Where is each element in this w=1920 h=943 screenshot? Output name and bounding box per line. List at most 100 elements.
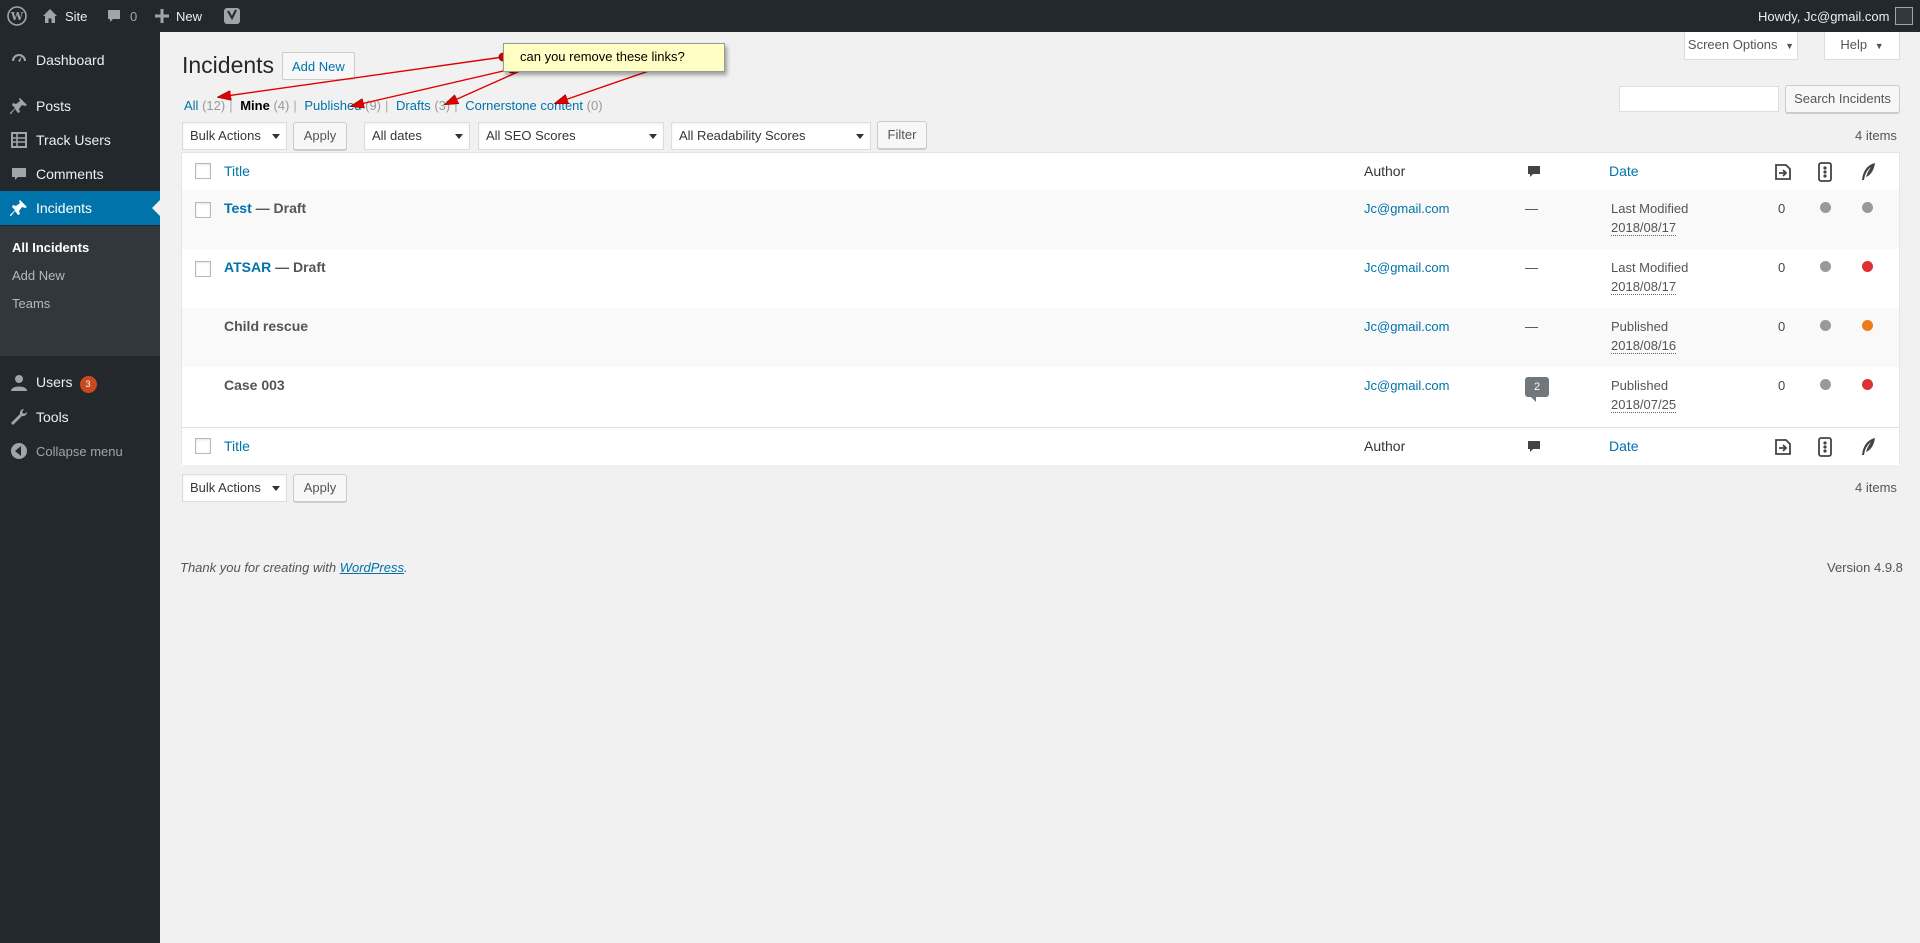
- wordpress-link[interactable]: WordPress: [340, 560, 404, 575]
- caret-down-icon: ▼: [1785, 41, 1795, 51]
- select-all-checkbox-bottom[interactable]: [195, 438, 211, 454]
- new-content-link[interactable]: New: [155, 0, 202, 32]
- menu-label: Dashboard: [36, 52, 105, 68]
- page-title: Incidents: [182, 52, 275, 78]
- pin-icon: [10, 200, 27, 216]
- items-count-bottom: 4 items: [1855, 480, 1897, 495]
- footer-thanks: Thank you for creating with WordPress.: [180, 560, 408, 575]
- comments-link[interactable]: 0: [106, 0, 137, 32]
- menu-tools[interactable]: Tools: [0, 400, 160, 434]
- column-date-sort[interactable]: Date: [1609, 163, 1639, 179]
- view-drafts-link[interactable]: Drafts (3): [396, 98, 450, 113]
- outgoing-links-column-icon: [1775, 164, 1791, 180]
- howdy-account[interactable]: Howdy, Jc@gmail.com: [1758, 0, 1914, 32]
- comments-column-icon: [1528, 441, 1540, 452]
- dates-filter-select[interactable]: All dates: [364, 122, 470, 150]
- seo-scores-select[interactable]: All SEO Scores: [478, 122, 664, 150]
- row-readability-score-dot: [1862, 379, 1873, 390]
- comment-icon: [108, 10, 120, 22]
- annotation-callout: can you remove these links?: [503, 43, 725, 72]
- incidents-table: Title Author Date Test — Draft Jc@gmail.c…: [181, 152, 1900, 465]
- menu-collapse[interactable]: Collapse menu: [0, 434, 160, 468]
- row-title-link: Child rescue: [224, 318, 309, 334]
- row-author-link[interactable]: Jc@gmail.com: [1364, 378, 1449, 393]
- menu-comments[interactable]: Comments: [0, 157, 160, 191]
- row-readability-score-dot: [1862, 320, 1873, 331]
- readability-column-icon: [1862, 438, 1875, 455]
- seo-score-column-icon: [1818, 162, 1832, 182]
- search-input[interactable]: [1619, 86, 1779, 112]
- row-title-cell: Case 003: [224, 377, 285, 393]
- screen-options-button[interactable]: Screen Options ▼: [1684, 32, 1798, 60]
- apply-button-bottom[interactable]: Apply: [293, 474, 347, 502]
- incidents-submenu: All Incidents Add New Teams: [0, 226, 160, 356]
- select-all-checkbox[interactable]: [195, 163, 211, 179]
- menu-incidents[interactable]: Incidents: [0, 191, 160, 225]
- row-title-cell: Child rescue: [224, 318, 308, 334]
- row-checkbox[interactable]: [195, 202, 211, 218]
- annotation-arrows: [0, 52, 671, 943]
- plus-icon: [155, 9, 169, 23]
- row-title-link[interactable]: Test: [224, 200, 252, 216]
- menu-dashboard[interactable]: Dashboard: [0, 43, 160, 77]
- bulk-actions-select-top[interactable]: Bulk Actions: [182, 122, 287, 150]
- footer-version: Version 4.9.8: [1827, 560, 1903, 575]
- readability-scores-select[interactable]: All Readability Scores: [671, 122, 871, 150]
- filter-button[interactable]: Filter: [877, 121, 927, 149]
- row-comment-count-bubble[interactable]: 2: [1525, 377, 1549, 402]
- row-title-link[interactable]: ATSAR: [224, 259, 271, 275]
- menu-label: Comments: [36, 166, 104, 182]
- menu-users[interactable]: Users 3: [0, 366, 160, 400]
- menu-track-users[interactable]: Track Users: [0, 123, 160, 157]
- admin-bar: W Site 0 New Howdy, Jc@gmail.com: [0, 0, 1920, 32]
- row-checkbox[interactable]: [195, 261, 211, 277]
- row-date-value: 2018/08/16: [1611, 338, 1677, 354]
- site-label: Site: [65, 8, 88, 24]
- row-date-label: Published: [1611, 319, 1669, 334]
- column-title-sort[interactable]: Title: [224, 163, 250, 179]
- help-button[interactable]: Help ▼: [1824, 32, 1900, 60]
- row-readability-score-dot: [1862, 202, 1873, 213]
- view-all-link[interactable]: All (12): [184, 98, 225, 113]
- wrench-icon: [11, 408, 28, 425]
- yoast-icon[interactable]: [223, 0, 241, 32]
- column-title-sort-bottom[interactable]: Title: [224, 438, 250, 454]
- row-outgoing-links-count: 0: [1778, 201, 1786, 216]
- submenu-teams[interactable]: Teams: [12, 296, 50, 311]
- submenu-add-new[interactable]: Add New: [12, 268, 65, 283]
- view-mine-link[interactable]: Mine (4): [240, 98, 289, 113]
- column-date-sort-bottom[interactable]: Date: [1609, 438, 1639, 454]
- table-row: ATSAR — Draft Jc@gmail.com — Last Modified 2…: [182, 249, 1899, 308]
- site-link[interactable]: Site: [42, 0, 87, 32]
- view-cornerstone-link[interactable]: Cornerstone content (0): [465, 98, 602, 113]
- row-seo-score-dot: [1820, 379, 1831, 390]
- view-published-link[interactable]: Published (9): [304, 98, 381, 113]
- wordpress-logo-icon[interactable]: W: [7, 0, 27, 32]
- bulk-actions-select-bottom[interactable]: Bulk Actions: [182, 474, 287, 502]
- dashboard-icon: [12, 54, 26, 62]
- row-outgoing-links-count: 0: [1778, 378, 1786, 393]
- svg-text:W: W: [10, 10, 24, 23]
- add-new-button[interactable]: Add New: [282, 52, 355, 80]
- row-author-link[interactable]: Jc@gmail.com: [1364, 260, 1449, 275]
- row-date-label: Last Modified: [1611, 260, 1689, 275]
- users-update-badge: 3: [79, 375, 97, 393]
- apply-button-top[interactable]: Apply: [293, 122, 347, 150]
- user-icon: [11, 375, 27, 391]
- comments-column-icon: [1528, 166, 1540, 177]
- row-author-link[interactable]: Jc@gmail.com: [1364, 319, 1449, 334]
- search-incidents-button[interactable]: Search Incidents: [1785, 85, 1900, 113]
- row-post-state: — Draft: [275, 259, 326, 275]
- submenu-all-incidents[interactable]: All Incidents: [12, 240, 89, 255]
- column-author-bottom: Author: [1364, 438, 1406, 454]
- menu-label: Collapse menu: [36, 443, 123, 459]
- comments-count: 0: [130, 8, 138, 24]
- row-comments-none: —: [1525, 260, 1538, 275]
- table-row: Test — Draft Jc@gmail.com — Last Modified 20…: [182, 190, 1899, 249]
- menu-posts[interactable]: Posts: [0, 89, 160, 123]
- menu-label: Incidents: [36, 200, 93, 216]
- row-comments-none: —: [1525, 319, 1538, 334]
- post-status-views: All (12) | Mine (4) | Published (9) | Draft…: [184, 98, 603, 113]
- row-date-label: Last Modified: [1611, 201, 1689, 216]
- row-author-link[interactable]: Jc@gmail.com: [1364, 201, 1449, 216]
